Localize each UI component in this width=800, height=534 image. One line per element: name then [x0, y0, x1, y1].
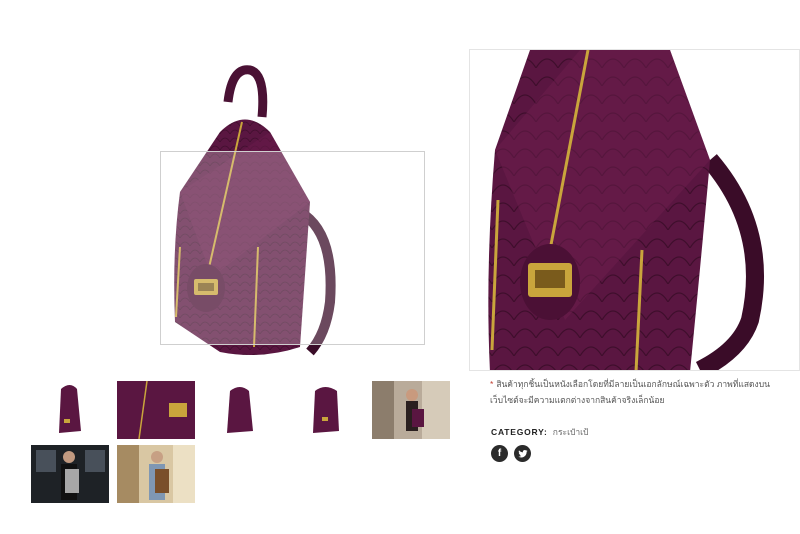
zoom-preview-window: [469, 49, 800, 371]
thumbnail-front[interactable]: [31, 381, 109, 439]
product-note-text: สินค้าทุกชิ้นเป็นหนังเลือกโดยที่มีลายเป็…: [490, 379, 770, 405]
category-label: CATEGORY:: [491, 427, 548, 437]
thumbnail-model-man-brown[interactable]: [117, 445, 195, 503]
product-note: * สินค้าทุกชิ้นเป็นหนังเลือกโดยที่มีลายเป…: [490, 376, 780, 408]
thumbnail-model-man-silver[interactable]: [31, 445, 109, 503]
thumbnail-model-woman[interactable]: [372, 381, 450, 439]
required-star: *: [490, 379, 494, 389]
thumbnail-detail-closeup[interactable]: [117, 381, 195, 439]
twitter-bird-icon: [517, 449, 528, 457]
thumbnail-side[interactable]: [287, 381, 365, 439]
thumbnail-back[interactable]: [201, 381, 279, 439]
facebook-share-icon[interactable]: f: [491, 445, 508, 462]
category-link[interactable]: กระเป๋าเป้: [553, 427, 589, 437]
twitter-share-icon[interactable]: [514, 445, 531, 462]
facebook-glyph: f: [497, 448, 502, 459]
category-row: CATEGORY: กระเป๋าเป้: [491, 425, 588, 439]
zoom-lens[interactable]: [160, 151, 425, 345]
